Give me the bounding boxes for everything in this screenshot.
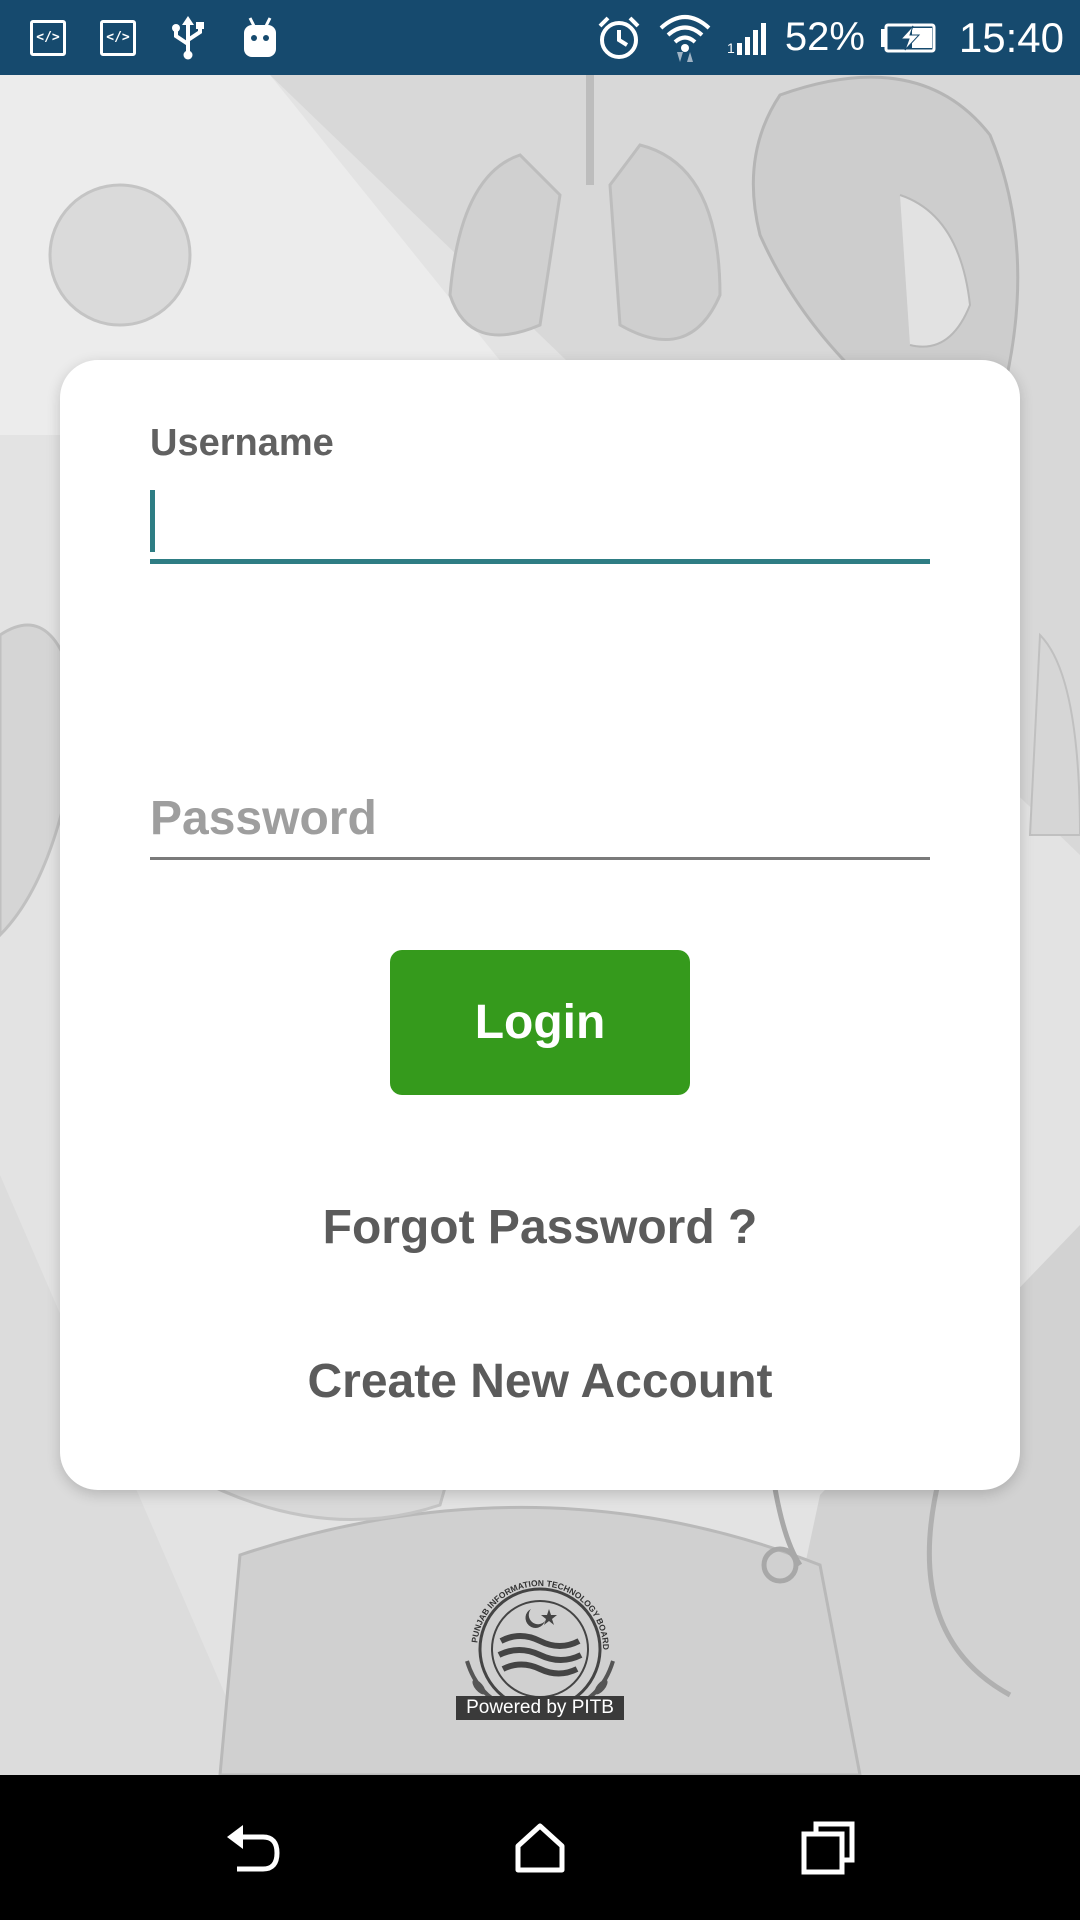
login-card: Username Login Forgot Password ? Create … — [60, 360, 1020, 1490]
back-icon — [227, 1825, 280, 1872]
status-bar: </> </> 1 52% 15:40 — [0, 0, 1080, 75]
back-button[interactable] — [205, 1800, 301, 1896]
alarm-icon — [598, 16, 640, 59]
username-label: Username — [150, 422, 334, 464]
text-cursor — [150, 490, 155, 552]
code-icon: </> — [100, 19, 136, 56]
navigation-bar — [0, 1775, 1080, 1920]
system-status: 1 52% 15:40 — [595, 0, 1064, 75]
battery-charging-icon — [880, 23, 936, 52]
battery-percent: 52% — [784, 15, 865, 59]
svg-text:1: 1 — [727, 40, 735, 55]
home-icon — [515, 1823, 565, 1873]
recents-icon — [801, 1821, 855, 1875]
clock: 15:40 — [958, 14, 1064, 61]
login-screen: </> </> 1 52% 15:40 Username Login Forgo… — [0, 0, 1080, 1920]
powered-by-label: Powered by PITB — [456, 1696, 624, 1720]
code-icon: </> — [30, 19, 66, 56]
signal-icon: 1 — [727, 22, 766, 55]
notification-icons: </> </> — [30, 0, 280, 75]
login-button[interactable]: Login — [390, 950, 690, 1095]
usb-icon — [172, 15, 204, 59]
android-icon — [244, 16, 276, 57]
username-input[interactable] — [150, 484, 930, 564]
wifi-icon — [659, 14, 711, 62]
password-input[interactable] — [150, 780, 930, 860]
create-account-link[interactable]: Create New Account — [60, 1354, 1020, 1409]
recents-button[interactable] — [780, 1800, 876, 1896]
forgot-password-link[interactable]: Forgot Password ? — [60, 1200, 1020, 1255]
home-button[interactable] — [492, 1800, 588, 1896]
